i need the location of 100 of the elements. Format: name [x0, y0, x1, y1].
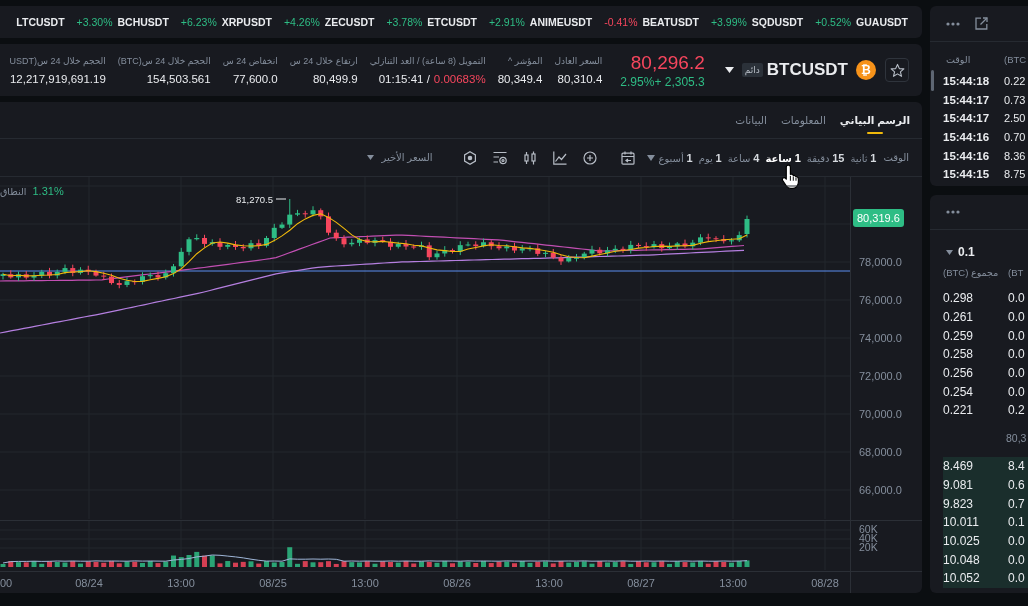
bid-total: 8.469 [943, 459, 975, 474]
stat-value: 77,600.0 [232, 72, 278, 85]
ask-size: 0.0 [1008, 347, 1025, 362]
ticker-symbol[interactable]: ANIMEUSDT [529, 16, 593, 28]
more-icon[interactable] [946, 210, 960, 214]
ticker-change: +3.78% [386, 16, 423, 28]
range-value: 1.31% [32, 185, 64, 197]
ask-size: 0.0 [1008, 384, 1025, 399]
time-axis-label: 08/25 [258, 576, 288, 591]
more-icon[interactable] [946, 21, 960, 26]
ticker-change: +4.26% [283, 16, 320, 28]
ticker-symbol[interactable]: BEATUSDT [642, 16, 699, 28]
trade-time: 15:44:17 [943, 93, 991, 106]
bitcoin-coin-icon: ₿ [856, 60, 876, 80]
stat-value: 80,499.9 [312, 72, 358, 85]
trade-amount: 0.73 [1004, 93, 1026, 106]
time-label: الوقت [883, 152, 909, 163]
candlestick-icon[interactable] [523, 150, 538, 165]
ticker-symbol[interactable]: XRPUSDT [221, 16, 272, 28]
time-axis-label: 13:00 [350, 576, 380, 591]
bid-total: 10.025 [943, 533, 981, 548]
add-indicator-icon[interactable] [583, 150, 598, 165]
time-axis-label: 08/26 [442, 576, 472, 591]
ticker-change: +0.52% [815, 16, 852, 28]
bid-total: 10.048 [943, 552, 981, 567]
ticker-symbol[interactable]: SQDUSDT [751, 16, 804, 28]
stat-label: التمويل (8 ساعة) / العد التنازلي [369, 55, 486, 66]
ask-total: 0.258 [943, 347, 975, 362]
ticker-symbol[interactable]: ETCUSDT [427, 16, 477, 28]
volume-axis-label: 20K [859, 543, 878, 552]
caret-down-icon [367, 155, 375, 160]
trade-time: 15:44:16 [943, 149, 991, 162]
price-source-dropdown[interactable]: السعر الأخير [367, 152, 433, 163]
price-axis-label: 66,000.0 [859, 483, 902, 498]
bid-total: 10.011 [943, 515, 980, 530]
chart-settings-icon[interactable] [493, 150, 508, 165]
price-axis-label: 78,000.0 [859, 255, 902, 270]
price-axis-label: 76,000.0 [859, 293, 902, 308]
bid-size: 0.0 [1008, 552, 1025, 567]
contract-symbol[interactable]: BTCUSDT [766, 60, 848, 80]
mid-price: 80,3 [1006, 432, 1027, 445]
trade-amount: 0.22 [1004, 75, 1026, 88]
price-axis-label: 68,000.0 [859, 445, 902, 460]
bid-size: 0.6 [1008, 477, 1025, 492]
scrollbar[interactable] [931, 70, 934, 91]
volume-axis-label: 60K [859, 525, 878, 534]
ask-total: 0.221 [943, 403, 975, 418]
stat-value: 01:15:41 / [378, 72, 430, 85]
trade-amount: 0.70 [1004, 131, 1026, 144]
time-axis-label: 13:00 [534, 576, 564, 591]
bid-total: 9.081 [943, 477, 975, 492]
ticker-change: +3.30% [76, 16, 113, 28]
calendar-icon[interactable] [621, 150, 636, 165]
time-axis-label: 08/28 [810, 576, 840, 591]
price-axis-label: 72,000.0 [859, 369, 902, 384]
trade-amount: 8.75 [1004, 168, 1026, 181]
ticker-symbol[interactable]: LTCUSDT [16, 16, 65, 28]
volume-axis-label: 40K [859, 534, 878, 543]
external-link-icon[interactable] [975, 17, 988, 30]
ticker-symbol[interactable]: ZECUSDT [324, 16, 375, 28]
trade-time: 15:44:16 [943, 131, 991, 144]
perpetual-badge: دائم [741, 63, 763, 77]
column-header: الوقت [946, 54, 972, 66]
line-chart-icon[interactable] [553, 150, 568, 165]
ask-total: 0.261 [943, 310, 975, 325]
ticker-symbol[interactable]: BCHUSDT [117, 16, 169, 28]
trade-amount: 2.50 [1004, 112, 1026, 125]
trade-time: 15:44:18 [943, 75, 991, 88]
trade-time: 15:44:15 [943, 168, 991, 181]
time-axis-label: 08/24 [74, 576, 104, 591]
funding-rate: 0.00683% [433, 72, 486, 85]
current-price-badge: 80,319.6 [853, 209, 904, 227]
bid-size: 0.0 [1008, 571, 1025, 586]
time-axis-label: 13:00 [166, 576, 196, 591]
ticker-symbol[interactable]: GUAUSDT [856, 16, 908, 28]
caret-down-icon[interactable] [724, 67, 734, 73]
hexagon-icon[interactable] [463, 150, 478, 165]
trade-time: 15:44:17 [943, 112, 991, 125]
price-change: 2.95%+ 2,305.3 [620, 74, 705, 89]
stat-label: السعر العادل [554, 55, 603, 66]
time-axis-label: 00 [0, 576, 14, 591]
ticker-change: +2.91% [488, 16, 525, 28]
ticker-change: -0.41% [604, 16, 638, 28]
bid-total: 10.052 [943, 571, 981, 586]
bid-size: 0.0 [1008, 533, 1025, 548]
time-axis-label: 13:00 [718, 576, 748, 591]
bid-size: 8.4 [1008, 459, 1025, 474]
price-axis-label: 74,000.0 [859, 331, 902, 346]
bid-size: 0.7 [1008, 496, 1025, 511]
ticker-change: +6.23% [180, 16, 217, 28]
column-header: (BTC [1004, 54, 1027, 66]
stat-label: انخفاض 24 س [222, 55, 278, 66]
ask-size: 0.0 [1008, 291, 1025, 306]
bid-size: 0.1 [1008, 515, 1025, 530]
ask-total: 0.254 [943, 384, 975, 399]
chart-tab[interactable]: الرسم البياني [839, 105, 910, 135]
ask-total: 0.256 [943, 366, 975, 381]
column-header: (BT [1008, 267, 1024, 279]
last-price: 80,296.2 [630, 51, 705, 74]
tick-size-dropdown[interactable]: 0.1 [958, 245, 975, 259]
